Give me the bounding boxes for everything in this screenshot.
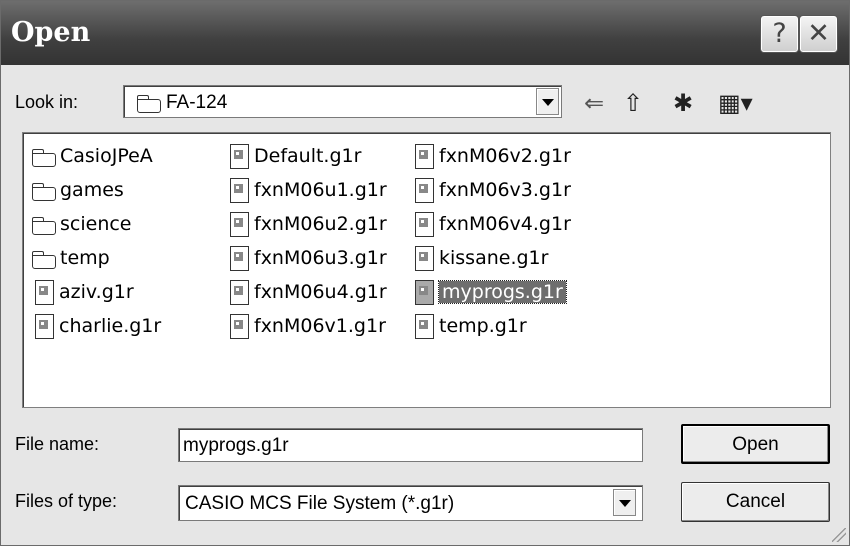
file-icon — [230, 143, 249, 169]
file-name-value: myprogs.g1r — [183, 435, 289, 456]
folder-icon — [31, 215, 57, 235]
file-type-label: Files of type: — [15, 491, 118, 511]
list-item[interactable]: temp.g1r — [415, 311, 527, 341]
file-icon — [415, 143, 434, 169]
file-icon — [415, 245, 434, 271]
look-in-dropdown-arrow[interactable] — [536, 88, 559, 115]
views-menu-icon[interactable]: ▦▾ — [718, 89, 753, 117]
list-item[interactable]: fxnM06u3.g1r — [230, 243, 387, 273]
file-icon — [415, 211, 434, 237]
folder-icon — [31, 181, 57, 201]
file-icon — [415, 177, 434, 203]
list-item[interactable]: aziv.g1r — [35, 277, 134, 307]
file-type-value: CASIO MCS File System (*.g1r) — [185, 493, 455, 514]
help-icon: ? — [772, 18, 787, 49]
file-icon — [230, 313, 249, 339]
list-item[interactable]: kissane.g1r — [415, 243, 548, 273]
list-item-selected[interactable]: myprogs.g1r — [415, 277, 567, 307]
list-item[interactable]: Default.g1r — [230, 141, 361, 171]
folder-icon — [31, 249, 57, 269]
file-icon — [35, 313, 54, 339]
file-type-dropdown[interactable]: CASIO MCS File System (*.g1r) — [178, 485, 643, 521]
list-item[interactable]: science — [31, 209, 132, 239]
file-icon — [415, 279, 434, 305]
list-item[interactable]: fxnM06u2.g1r — [230, 209, 387, 239]
title-bar[interactable]: Open ? ✕ — [1, 1, 849, 65]
list-item[interactable]: fxnM06v3.g1r — [415, 175, 571, 205]
file-type-dropdown-arrow[interactable] — [613, 489, 636, 516]
file-icon — [415, 313, 434, 339]
file-icon — [230, 245, 249, 271]
look-in-label: Look in: — [15, 92, 79, 112]
back-arrow-icon[interactable]: ⇐ — [584, 89, 604, 117]
folder-icon — [136, 93, 162, 113]
file-icon — [230, 177, 249, 203]
open-dialog: Open ? ✕ Look in: FA-124 ⇐ ⇧ ✱ ▦▾ CasioJ… — [0, 0, 850, 546]
close-button[interactable]: ✕ — [800, 16, 837, 52]
resize-grip[interactable] — [832, 528, 846, 542]
list-item[interactable]: fxnM06u1.g1r — [230, 175, 387, 205]
file-icon — [35, 279, 54, 305]
list-item[interactable]: fxnM06v4.g1r — [415, 209, 571, 239]
list-item[interactable]: fxnM06v2.g1r — [415, 141, 571, 171]
file-icon — [230, 279, 249, 305]
list-item[interactable]: fxnM06u4.g1r — [230, 277, 387, 307]
open-button[interactable]: Open — [681, 424, 830, 464]
up-folder-icon[interactable]: ⇧ — [623, 89, 643, 117]
list-item[interactable]: charlie.g1r — [35, 311, 161, 341]
file-icon — [230, 211, 249, 237]
help-button[interactable]: ? — [761, 16, 798, 52]
file-name-label: File name: — [15, 434, 100, 454]
look-in-value: FA-124 — [166, 92, 228, 113]
look-in-dropdown[interactable]: FA-124 — [123, 85, 562, 118]
file-list[interactable]: CasioJPeA games science temp aziv.g1r ch… — [22, 132, 831, 408]
new-folder-icon[interactable]: ✱ — [673, 89, 693, 117]
cancel-button[interactable]: Cancel — [681, 482, 830, 522]
dialog-title: Open — [11, 17, 91, 48]
close-icon: ✕ — [807, 18, 830, 49]
list-item[interactable]: temp — [31, 243, 110, 273]
file-name-input[interactable]: myprogs.g1r — [178, 428, 643, 462]
list-item[interactable]: CasioJPeA — [31, 141, 153, 171]
list-item[interactable]: fxnM06v1.g1r — [230, 311, 386, 341]
folder-icon — [31, 147, 57, 167]
list-item[interactable]: games — [31, 175, 124, 205]
